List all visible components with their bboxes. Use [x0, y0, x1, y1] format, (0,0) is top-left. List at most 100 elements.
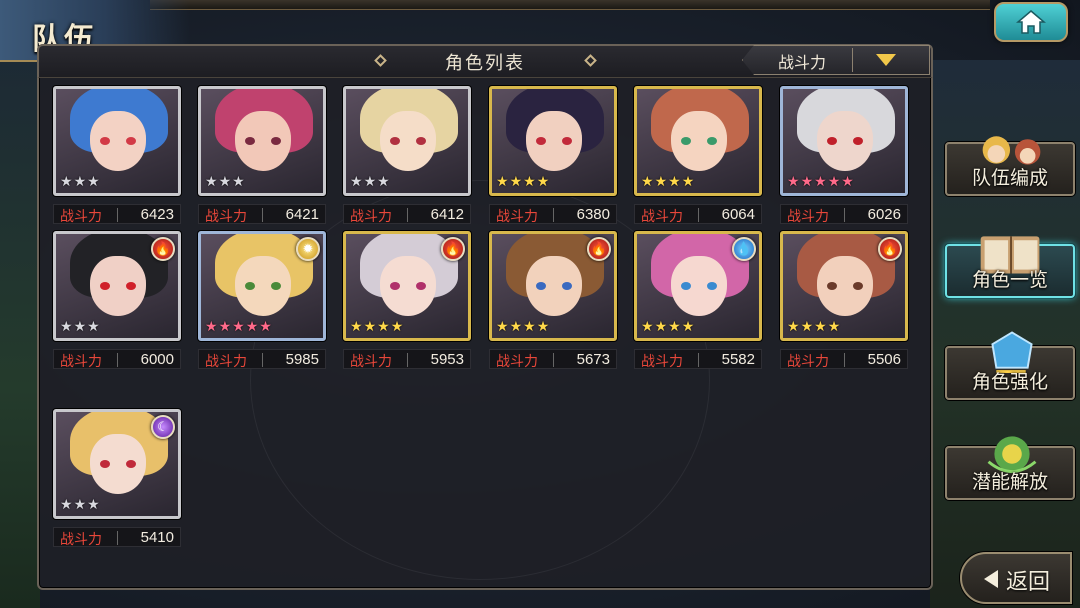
power-bar: 战斗力 6421 [198, 204, 326, 225]
back-arrow-icon [984, 570, 998, 588]
power-bar: 战斗力 5506 [780, 349, 908, 370]
star-icon: ★ [641, 319, 654, 335]
chevron-down-icon[interactable] [876, 54, 896, 66]
character-card[interactable]: 💧 ★ ★ ★ ★ 战斗力 5582 [634, 231, 762, 371]
side-menu-button[interactable]: 队伍编成 [945, 136, 1075, 196]
light-element-icon: ✹ [296, 237, 320, 261]
star-icon: ★ [73, 497, 87, 513]
star-icon: ★ [60, 174, 73, 190]
star-icon: ★ [232, 174, 245, 190]
rarity-stars: ★ ★ ★ [205, 174, 245, 190]
star-icon: ★ [390, 319, 404, 335]
power-value: 6421 [285, 206, 319, 223]
power-bar: 战斗力 5953 [343, 349, 471, 370]
side-menu-button[interactable]: 角色强化 [945, 331, 1075, 400]
character-card[interactable]: ✹ ★ ★ ★ ★ ★ 战斗力 5985 [198, 231, 326, 371]
star-icon: ★ [205, 174, 218, 190]
top-bar [150, 0, 990, 10]
side-menu-label: 角色强化 [971, 371, 1048, 393]
character-card[interactable]: ★ ★ ★ 战斗力 6423 [53, 86, 181, 226]
character-portrait: 💧 ★ ★ ★ ★ [634, 231, 762, 341]
character-card[interactable]: 🔥 ★ ★ ★ 战斗力 6000 [53, 231, 181, 371]
rarity-stars: ★ ★ ★ ★ [496, 174, 549, 190]
power-label: 战斗力 [641, 354, 683, 370]
character-portrait: ☾ ★ ★ ★ [53, 409, 181, 519]
character-card[interactable]: ★ ★ ★ 战斗力 6412 [343, 86, 471, 226]
power-label: 战斗力 [350, 354, 392, 370]
character-portrait: ★ ★ ★ [343, 86, 471, 196]
character-card[interactable]: 🔥 ★ ★ ★ ★ 战斗力 5953 [343, 231, 471, 371]
star-icon: ★ [245, 319, 259, 335]
power-bar: 战斗力 6423 [53, 204, 181, 225]
power-bar: 战斗力 5985 [198, 349, 326, 370]
power-label: 战斗力 [60, 354, 102, 370]
character-portrait: ★ ★ ★ ★ [634, 86, 762, 196]
character-portrait: 🔥 ★ ★ ★ ★ [489, 231, 617, 341]
power-value: 5985 [285, 351, 319, 368]
power-value: 6064 [721, 206, 755, 223]
star-icon: ★ [73, 174, 87, 190]
star-icon: ★ [87, 497, 100, 513]
character-portrait: 🔥 ★ ★ ★ ★ [780, 231, 908, 341]
character-card[interactable]: ★ ★ ★ ★ 战斗力 6064 [634, 86, 762, 226]
character-card[interactable]: 🔥 ★ ★ ★ ★ 战斗力 5673 [489, 231, 617, 371]
star-icon: ★ [787, 174, 800, 190]
character-card[interactable]: 🔥 ★ ★ ★ ★ 战斗力 5506 [780, 231, 908, 371]
background-left [0, 60, 40, 608]
star-icon: ★ [536, 319, 550, 335]
star-icon: ★ [641, 174, 654, 190]
home-button[interactable] [994, 2, 1068, 42]
power-value: 6000 [140, 351, 174, 368]
power-label: 战斗力 [787, 209, 829, 225]
fire-element-icon: 🔥 [587, 237, 611, 261]
star-icon: ★ [205, 319, 218, 335]
power-label: 战斗力 [496, 354, 538, 370]
character-card[interactable]: ☾ ★ ★ ★ 战斗力 5410 [53, 409, 181, 549]
water-element-icon: 💧 [732, 237, 756, 261]
side-menu-button[interactable]: 角色一览 [945, 236, 1075, 298]
power-bar: 战斗力 5673 [489, 349, 617, 370]
dark-element-icon: ☾ [151, 415, 175, 439]
power-bar: 战斗力 6064 [634, 204, 762, 225]
rarity-stars: ★ ★ ★ ★ ★ [205, 319, 272, 335]
star-icon: ★ [60, 319, 73, 335]
character-portrait: ★ ★ ★ [53, 86, 181, 196]
star-icon: ★ [681, 319, 695, 335]
star-icon: ★ [827, 319, 841, 335]
star-icon: ★ [787, 319, 800, 335]
rarity-stars: ★ ★ ★ [60, 174, 100, 190]
power-label: 战斗力 [496, 209, 538, 225]
rarity-stars: ★ ★ ★ ★ [496, 319, 549, 335]
star-icon: ★ [377, 319, 390, 335]
rarity-stars: ★ ★ ★ ★ [787, 319, 840, 335]
star-icon: ★ [509, 319, 523, 335]
star-icon: ★ [496, 174, 509, 190]
star-icon: ★ [654, 174, 668, 190]
character-card[interactable]: ★ ★ ★ ★ ★ 战斗力 6026 [780, 86, 908, 226]
star-icon: ★ [363, 319, 377, 335]
character-card[interactable]: ★ ★ ★ ★ 战斗力 6380 [489, 86, 617, 226]
home-icon [1016, 10, 1046, 34]
power-value: 5582 [721, 351, 755, 368]
power-bar: 战斗力 6000 [53, 349, 181, 370]
star-icon: ★ [350, 174, 363, 190]
sort-divider [852, 48, 853, 72]
power-value: 5953 [430, 351, 464, 368]
side-menu-button[interactable]: 潜能解放 [945, 436, 1075, 500]
star-icon: ★ [800, 319, 814, 335]
star-icon: ★ [668, 319, 681, 335]
star-icon: ★ [259, 319, 272, 335]
rarity-stars: ★ ★ ★ [60, 319, 100, 335]
power-label: 战斗力 [205, 354, 247, 370]
side-menu-label: 角色一览 [971, 269, 1048, 291]
power-value: 6380 [576, 206, 610, 223]
power-value: 5506 [867, 351, 901, 368]
character-card[interactable]: ★ ★ ★ 战斗力 6421 [198, 86, 326, 226]
rarity-stars: ★ ★ ★ ★ [641, 319, 694, 335]
side-menu-label: 队伍编成 [971, 167, 1048, 189]
character-portrait: 🔥 ★ ★ ★ [53, 231, 181, 341]
power-label: 战斗力 [641, 209, 683, 225]
rarity-stars: ★ ★ ★ [350, 174, 390, 190]
star-icon: ★ [218, 319, 232, 335]
star-icon: ★ [60, 497, 73, 513]
